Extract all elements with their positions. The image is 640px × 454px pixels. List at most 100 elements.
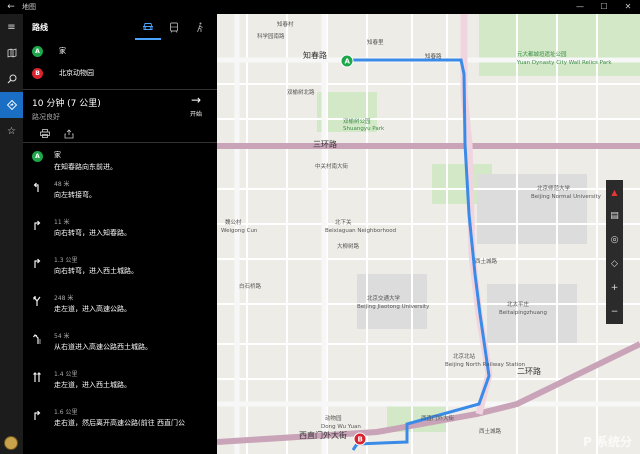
print-icon[interactable] <box>40 129 50 142</box>
transit-icon[interactable] <box>161 14 187 40</box>
3d-icon[interactable]: ◇ <box>606 252 623 276</box>
place-label: Dong Wu Yuan <box>321 424 361 430</box>
start-button[interactable]: → 开始 <box>185 94 207 118</box>
turn-left-icon <box>32 177 54 215</box>
panel-title: 路线 <box>32 22 48 32</box>
panel-header: 路线 <box>23 14 217 40</box>
place-label: 北下关 <box>335 220 352 226</box>
directions-icon[interactable] <box>0 92 23 118</box>
search-icon[interactable] <box>0 66 23 92</box>
map-controls: ▲ ▤ ◎ ◇ + − <box>606 180 623 324</box>
hamburger-menu-icon[interactable]: ≡ <box>0 14 23 40</box>
step-text: 在知春路向东前进。 <box>54 163 117 171</box>
list-item[interactable]: 1.3 公里 向右转弯，进入西土城路。 <box>23 253 217 291</box>
place-label: 魏公村 <box>225 220 242 226</box>
road-label: 三环路 <box>313 140 337 149</box>
lanes-icon <box>32 367 54 405</box>
zoom-out-icon[interactable]: − <box>606 300 623 324</box>
list-item[interactable]: A 家 在知春路向东前进。 <box>23 147 217 177</box>
zoom-in-icon[interactable]: + <box>606 276 623 300</box>
list-item[interactable]: 1.4 公里 走左道，进入西土城路。 <box>23 367 217 405</box>
list-item[interactable]: 54 米 从右道进入高速公路西土城路。 <box>23 329 217 367</box>
navigation-rail: ≡ ☆ <box>0 14 23 454</box>
step-distance: 11 米 <box>54 219 70 226</box>
travel-mode-tabs <box>135 14 213 40</box>
window-title: 地图 <box>22 3 36 11</box>
place-label: Weigong Cun <box>221 228 258 234</box>
destination-label: 北京动物园 <box>59 69 94 77</box>
list-item[interactable]: 248 米 走左道，进入高速公路。 <box>23 291 217 329</box>
maximize-button[interactable]: ☐ <box>592 0 616 14</box>
keep-left-icon <box>32 291 54 329</box>
road-label: 西土城路 <box>479 429 502 435</box>
road-label: 双榆树北路 <box>287 90 315 96</box>
step-text: 向左转接弯。 <box>54 191 96 199</box>
map-view[interactable]: A B 知春路 知春路 三环路 二环路 西直门外大街 西直门外大街 中关村南大街… <box>217 14 640 454</box>
directions-panel: 路线 A 家 B 北京动物园 10 分钟 (7 公里) 路况良好 → 开始 A … <box>23 14 217 454</box>
pin-a-icon: A <box>32 45 43 57</box>
road-label: 西直门外大街 <box>299 431 347 440</box>
place-label: Beijing North Railway Station <box>445 362 526 368</box>
pin-b-icon: B <box>32 67 43 79</box>
place-label: 北京交通大学 <box>367 296 401 302</box>
road-label: 西直门外大街 <box>421 416 455 422</box>
title-bar: ← 地图 — ☐ ✕ <box>0 0 640 14</box>
place-label: 知春村 <box>277 22 294 28</box>
step-distance: 1.6 公里 <box>54 409 78 416</box>
campus-area <box>517 174 587 244</box>
place-label: Beijing Normal University <box>531 194 601 200</box>
compass-icon[interactable]: ▲ <box>606 180 623 204</box>
origin-field[interactable]: A 家 <box>23 40 217 62</box>
road-label: 大柳树路 <box>337 244 360 250</box>
walk-icon[interactable] <box>187 14 213 40</box>
watermark: P 系统分 <box>583 435 632 449</box>
park-label: Yuan Dynasty City Wall Relics Park <box>517 60 612 66</box>
step-distance: 48 米 <box>54 181 70 188</box>
step-text: 向右转弯，进入西土城路。 <box>54 267 138 275</box>
list-item[interactable]: 11 米 向右转弯，进入知春路。 <box>23 215 217 253</box>
origin-label: 家 <box>59 47 66 55</box>
step-distance: 54 米 <box>54 333 70 340</box>
step-text: 家 <box>54 151 61 159</box>
list-item[interactable]: 48 米 向左转接弯。 <box>23 177 217 215</box>
merge-icon <box>32 329 54 367</box>
step-distance: 1.4 公里 <box>54 371 78 378</box>
step-text: 走右道，然后离开高速公路(前往 西直门公 <box>54 419 185 427</box>
destination-field[interactable]: B 北京动物园 <box>23 62 217 84</box>
step-text: 向右转弯，进入知春路。 <box>54 229 131 237</box>
place-label: Beixiaguan Neighborhood <box>325 228 397 234</box>
route-time: 10 分钟 (7 公里) <box>32 99 101 109</box>
window-controls: — ☐ ✕ <box>568 0 640 14</box>
place-label: 北京北站 <box>453 354 476 360</box>
road-label: 科学园南路 <box>257 34 285 40</box>
route-actions <box>32 129 208 142</box>
favorites-icon[interactable]: ☆ <box>0 118 23 144</box>
place-label: 知春里 <box>367 40 384 46</box>
place-label: Beijing Jiaotong University <box>357 304 430 310</box>
layers-icon[interactable]: ▤ <box>606 204 623 228</box>
pin-b-letter: B <box>358 436 363 444</box>
avatar[interactable] <box>4 436 18 450</box>
car-icon[interactable] <box>135 14 161 40</box>
park-label: 双榆树公园 <box>343 119 371 125</box>
location-icon[interactable]: ◎ <box>606 228 623 252</box>
step-text: 从右道进入高速公路西土城路。 <box>54 343 152 351</box>
back-arrow-icon[interactable]: ← <box>0 2 22 12</box>
close-button[interactable]: ✕ <box>616 0 640 14</box>
pin-a-icon: A <box>32 147 54 177</box>
place-label: Beitaipingzhuang <box>499 310 547 316</box>
road-label: 西土城路 <box>475 259 498 265</box>
map-canvas: A B <box>217 14 640 454</box>
road-label: 中关村南大街 <box>315 164 349 170</box>
route-summary[interactable]: 10 分钟 (7 公里) 路况良好 → 开始 <box>23 90 217 142</box>
step-distance: 1.3 公里 <box>54 257 78 264</box>
list-item[interactable]: 1.6 公里 走右道，然后离开高速公路(前往 西直门公 <box>23 405 217 443</box>
share-icon[interactable] <box>64 129 74 142</box>
step-distance: 248 米 <box>54 295 74 302</box>
map-icon[interactable] <box>0 40 23 66</box>
park-label: 元大都城垣遗址公园 <box>517 52 567 58</box>
minimize-button[interactable]: — <box>568 0 592 14</box>
turn-right-icon <box>32 405 54 443</box>
road-label: 知春路 <box>303 51 327 60</box>
campus-area <box>477 174 517 244</box>
